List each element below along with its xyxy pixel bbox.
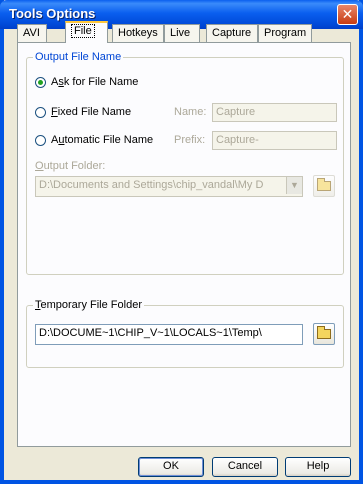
tab-file[interactable]: File xyxy=(65,21,108,43)
browse-temporary-folder-button[interactable] xyxy=(313,323,335,345)
prefix-input[interactable]: Capture- xyxy=(212,131,337,150)
temporary-file-folder-group: Temporary File Folder D:\DOCUME~1\CHIP_V… xyxy=(26,299,344,368)
tab-program-label: Program xyxy=(264,27,307,39)
open-folder-icon xyxy=(317,178,331,191)
radio-unchecked-icon xyxy=(35,134,46,146)
ask-file-name-label: Ask for File Name xyxy=(51,76,139,88)
ok-button[interactable]: OK xyxy=(138,457,204,477)
tab-avi-label: AVI xyxy=(23,27,40,39)
close-button[interactable]: ✕ xyxy=(337,4,358,25)
tab-panel-file: Output File Name Ask for File Name Fixed… xyxy=(17,42,351,447)
tab-live[interactable]: Live xyxy=(164,24,200,42)
tools-options-dialog: Tools Options ✕ AVI File Hotkeys Live Ca… xyxy=(0,0,363,484)
output-folder-value: D:\Documents and Settings\chip_vandal\My… xyxy=(39,179,264,191)
output-folder-combobox[interactable]: D:\Documents and Settings\chip_vandal\My… xyxy=(35,176,303,197)
tab-capture-label: Capture xyxy=(212,27,252,39)
prefix-label: Prefix: xyxy=(174,134,206,146)
fixed-file-name-radio[interactable]: Fixed File Name xyxy=(35,104,131,120)
automatic-file-name-label: Automatic File Name xyxy=(51,134,154,146)
output-folder-label: Output Folder: xyxy=(35,160,106,172)
help-button[interactable]: Help xyxy=(285,457,351,477)
radio-unchecked-icon xyxy=(35,106,46,118)
tab-avi[interactable]: AVI xyxy=(17,24,47,42)
output-group-legend: Output File Name xyxy=(33,51,124,63)
cancel-button[interactable]: Cancel xyxy=(212,457,278,477)
open-folder-icon xyxy=(317,326,331,339)
fixed-file-name-label: Fixed File Name xyxy=(51,106,132,118)
tab-file-label: File xyxy=(71,24,95,38)
tab-live-label: Live xyxy=(170,27,191,39)
tab-capture[interactable]: Capture xyxy=(206,24,258,42)
radio-checked-icon xyxy=(35,76,46,88)
tab-hotkeys-label: Hotkeys xyxy=(118,27,158,39)
output-file-name-group: Output File Name Ask for File Name Fixed… xyxy=(26,51,344,275)
temporary-folder-input[interactable]: D:\DOCUME~1\CHIP_V~1\LOCALS~1\Temp\ xyxy=(35,324,303,345)
ask-file-name-radio[interactable]: Ask for File Name xyxy=(35,74,138,90)
tab-program[interactable]: Program xyxy=(258,24,312,42)
name-input[interactable]: Capture xyxy=(212,103,337,122)
tab-hotkeys[interactable]: Hotkeys xyxy=(112,24,164,42)
temp-group-legend: Temporary File Folder xyxy=(33,299,144,311)
chevron-down-icon[interactable]: ▼ xyxy=(286,177,302,194)
automatic-file-name-radio[interactable]: Automatic File Name xyxy=(35,132,153,148)
name-label: Name: xyxy=(174,106,207,118)
browse-output-folder-button[interactable] xyxy=(313,175,335,197)
window-title: Tools Options xyxy=(9,6,96,21)
